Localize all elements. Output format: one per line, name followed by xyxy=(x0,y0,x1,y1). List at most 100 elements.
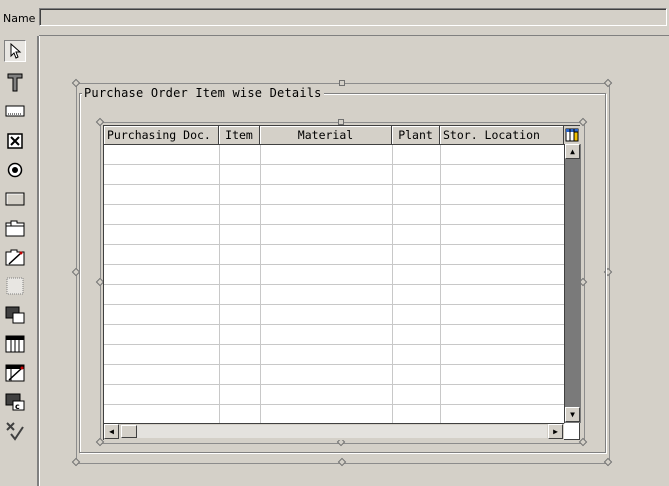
custom-control-icon[interactable]: c xyxy=(4,391,26,413)
table-cell[interactable] xyxy=(219,185,261,204)
table-cell[interactable] xyxy=(104,325,220,344)
table-cell[interactable] xyxy=(392,185,441,204)
scroll-up-icon[interactable]: ▲ xyxy=(565,144,580,159)
tabstrip-icon[interactable] xyxy=(4,217,26,239)
table-cell[interactable] xyxy=(219,405,261,424)
table-wizard-icon[interactable] xyxy=(4,362,26,384)
table-cell[interactable] xyxy=(104,305,220,324)
table-cell[interactable] xyxy=(104,385,220,404)
table-cell[interactable] xyxy=(219,145,261,164)
table-cell[interactable] xyxy=(440,245,565,264)
table-cell[interactable] xyxy=(219,265,261,284)
column-header[interactable]: Item xyxy=(219,126,260,144)
table-cell[interactable] xyxy=(392,225,441,244)
table-cell[interactable] xyxy=(260,265,393,284)
table-cell[interactable] xyxy=(440,365,565,384)
table-cell[interactable] xyxy=(440,185,565,204)
table-cell[interactable] xyxy=(219,285,261,304)
table-cell[interactable] xyxy=(219,165,261,184)
table-cell[interactable] xyxy=(440,385,565,404)
table-row[interactable] xyxy=(104,305,565,325)
column-header[interactable]: Material xyxy=(260,126,392,144)
text-icon[interactable] xyxy=(4,71,26,93)
box-icon[interactable] xyxy=(4,275,26,297)
table-cell[interactable] xyxy=(392,265,441,284)
table-settings-icon[interactable] xyxy=(564,126,580,144)
table-cell[interactable] xyxy=(260,205,393,224)
table-row[interactable] xyxy=(104,285,565,305)
scroll-down-icon[interactable]: ▼ xyxy=(565,407,580,422)
table-cell[interactable] xyxy=(392,165,441,184)
table-row[interactable] xyxy=(104,245,565,265)
table-row[interactable] xyxy=(104,265,565,285)
table-cell[interactable] xyxy=(440,205,565,224)
table-cell[interactable] xyxy=(104,405,220,424)
column-header[interactable]: Plant xyxy=(392,126,440,144)
table-cell[interactable] xyxy=(440,405,565,424)
table-row[interactable] xyxy=(104,205,565,225)
table-row[interactable] xyxy=(104,345,565,365)
table-cell[interactable] xyxy=(104,185,220,204)
table-row[interactable] xyxy=(104,145,565,165)
table-cell[interactable] xyxy=(104,285,220,304)
table-cell[interactable] xyxy=(260,225,393,244)
column-header[interactable]: Purchasing Doc. xyxy=(104,126,219,144)
table-cell[interactable] xyxy=(104,245,220,264)
table-row[interactable] xyxy=(104,325,565,345)
table-cell[interactable] xyxy=(104,205,220,224)
table-cell[interactable] xyxy=(104,145,220,164)
scroll-thumb[interactable] xyxy=(121,425,137,438)
table-cell[interactable] xyxy=(440,145,565,164)
vertical-scrollbar[interactable]: ▲ ▼ xyxy=(564,144,581,423)
table-cell[interactable] xyxy=(104,225,220,244)
table-cell[interactable] xyxy=(392,285,441,304)
table-cell[interactable] xyxy=(260,305,393,324)
table-cell[interactable] xyxy=(219,305,261,324)
scroll-right-icon[interactable]: ▶ xyxy=(548,424,563,439)
table-cell[interactable] xyxy=(104,345,220,364)
table-cell[interactable] xyxy=(104,265,220,284)
resize-handle[interactable] xyxy=(339,80,345,86)
table-cell[interactable] xyxy=(392,405,441,424)
table-cell[interactable] xyxy=(440,165,565,184)
pointer-icon[interactable] xyxy=(4,40,26,62)
table-cell[interactable] xyxy=(260,325,393,344)
table-cell[interactable] xyxy=(260,245,393,264)
table-cell[interactable] xyxy=(260,385,393,404)
tabstrip-wizard-icon[interactable] xyxy=(4,246,26,268)
table-row[interactable] xyxy=(104,185,565,205)
pushbutton-icon[interactable] xyxy=(4,188,26,210)
table-cell[interactable] xyxy=(260,345,393,364)
subscreen-icon[interactable] xyxy=(4,304,26,326)
checkbox-icon[interactable] xyxy=(4,130,26,152)
table-cell[interactable] xyxy=(392,385,441,404)
table-cell[interactable] xyxy=(392,345,441,364)
table-cell[interactable] xyxy=(260,185,393,204)
table-row[interactable] xyxy=(104,385,565,405)
table-cell[interactable] xyxy=(392,305,441,324)
table-cell[interactable] xyxy=(392,245,441,264)
table-cell[interactable] xyxy=(260,285,393,304)
table-control[interactable]: Purchasing Doc. Item Material Plant Stor… xyxy=(103,125,581,440)
table-cell[interactable] xyxy=(440,325,565,344)
table-row[interactable] xyxy=(104,365,565,385)
table-row[interactable] xyxy=(104,225,565,245)
table-cell[interactable] xyxy=(392,205,441,224)
radio-button-icon[interactable] xyxy=(4,159,26,181)
table-cell[interactable] xyxy=(219,345,261,364)
table-cell[interactable] xyxy=(219,205,261,224)
table-cell[interactable] xyxy=(260,365,393,384)
table-cell[interactable] xyxy=(104,365,220,384)
table-cell[interactable] xyxy=(104,165,220,184)
horizontal-scrollbar[interactable]: ◀ ▶ xyxy=(104,423,564,440)
table-cell[interactable] xyxy=(440,305,565,324)
input-field-icon[interactable] xyxy=(4,100,26,122)
scroll-track[interactable] xyxy=(137,425,547,438)
table-cell[interactable] xyxy=(392,365,441,384)
table-cell[interactable] xyxy=(440,285,565,304)
table-row[interactable] xyxy=(104,405,565,425)
name-input[interactable] xyxy=(39,8,667,26)
table-cell[interactable] xyxy=(219,225,261,244)
table-cell[interactable] xyxy=(260,145,393,164)
table-cell[interactable] xyxy=(440,345,565,364)
